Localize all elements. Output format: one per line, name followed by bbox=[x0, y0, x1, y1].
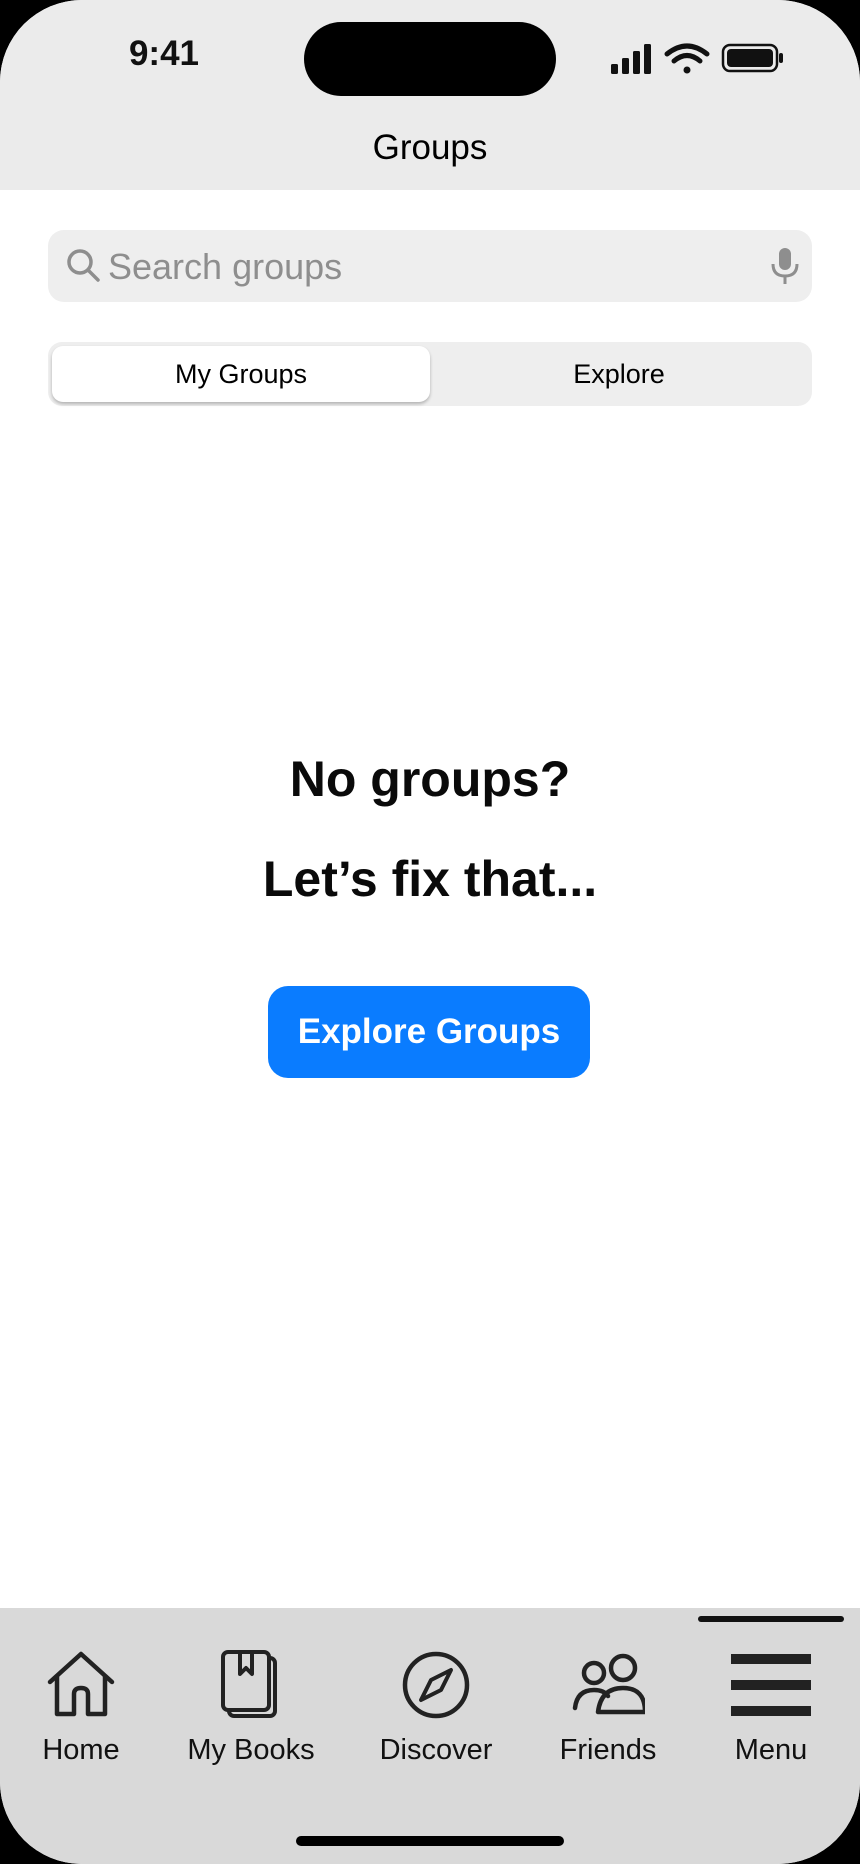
search-bar[interactable] bbox=[48, 230, 812, 304]
books-icon bbox=[221, 1650, 277, 1718]
active-tab-indicator bbox=[698, 1616, 844, 1622]
tab-label-menu: Menu bbox=[734, 1734, 808, 1766]
home-icon bbox=[47, 1651, 115, 1717]
segmented-control: My Groups Explore bbox=[48, 342, 812, 406]
segment-my-groups[interactable]: My Groups bbox=[52, 346, 430, 402]
status-icons bbox=[611, 43, 783, 74]
battery-icon bbox=[721, 43, 783, 73]
empty-state-title: No groups? bbox=[289, 751, 571, 807]
home-indicator[interactable] bbox=[296, 1836, 564, 1846]
tab-discover[interactable]: Discover bbox=[361, 1648, 511, 1768]
tab-label-discover: Discover bbox=[379, 1734, 493, 1766]
friends-icon bbox=[572, 1653, 645, 1715]
segment-explore[interactable]: Explore bbox=[430, 346, 808, 402]
search-input[interactable] bbox=[106, 230, 750, 304]
microphone-icon[interactable] bbox=[768, 246, 802, 286]
search-icon bbox=[67, 249, 100, 282]
tab-friends[interactable]: Friends bbox=[533, 1648, 683, 1768]
tab-my-books[interactable]: My Books bbox=[176, 1648, 326, 1768]
tab-menu[interactable]: Menu bbox=[696, 1648, 846, 1768]
wifi-icon bbox=[664, 43, 710, 74]
menu-icon bbox=[731, 1654, 811, 1716]
status-time: 9:41 bbox=[128, 34, 200, 73]
compass-icon bbox=[402, 1651, 470, 1719]
page-title: Groups bbox=[372, 128, 488, 167]
tab-label-home: Home bbox=[42, 1734, 120, 1766]
tab-home[interactable]: Home bbox=[6, 1648, 156, 1768]
tab-label-my-books: My Books bbox=[187, 1734, 315, 1766]
tab-label-friends: Friends bbox=[559, 1734, 657, 1766]
dynamic-island bbox=[304, 22, 556, 96]
empty-state-subtitle: Let’s fix that... bbox=[262, 851, 598, 907]
phone-screen: 9:41 Groups Search groups My Groups Expl… bbox=[0, 0, 860, 1864]
cellular-signal-icon bbox=[611, 44, 651, 74]
top-bar: 9:41 Groups bbox=[0, 0, 860, 190]
tab-bar: Home My Books Discover Friends Menu bbox=[0, 1608, 860, 1864]
explore-groups-button[interactable]: Explore Groups bbox=[268, 986, 590, 1078]
